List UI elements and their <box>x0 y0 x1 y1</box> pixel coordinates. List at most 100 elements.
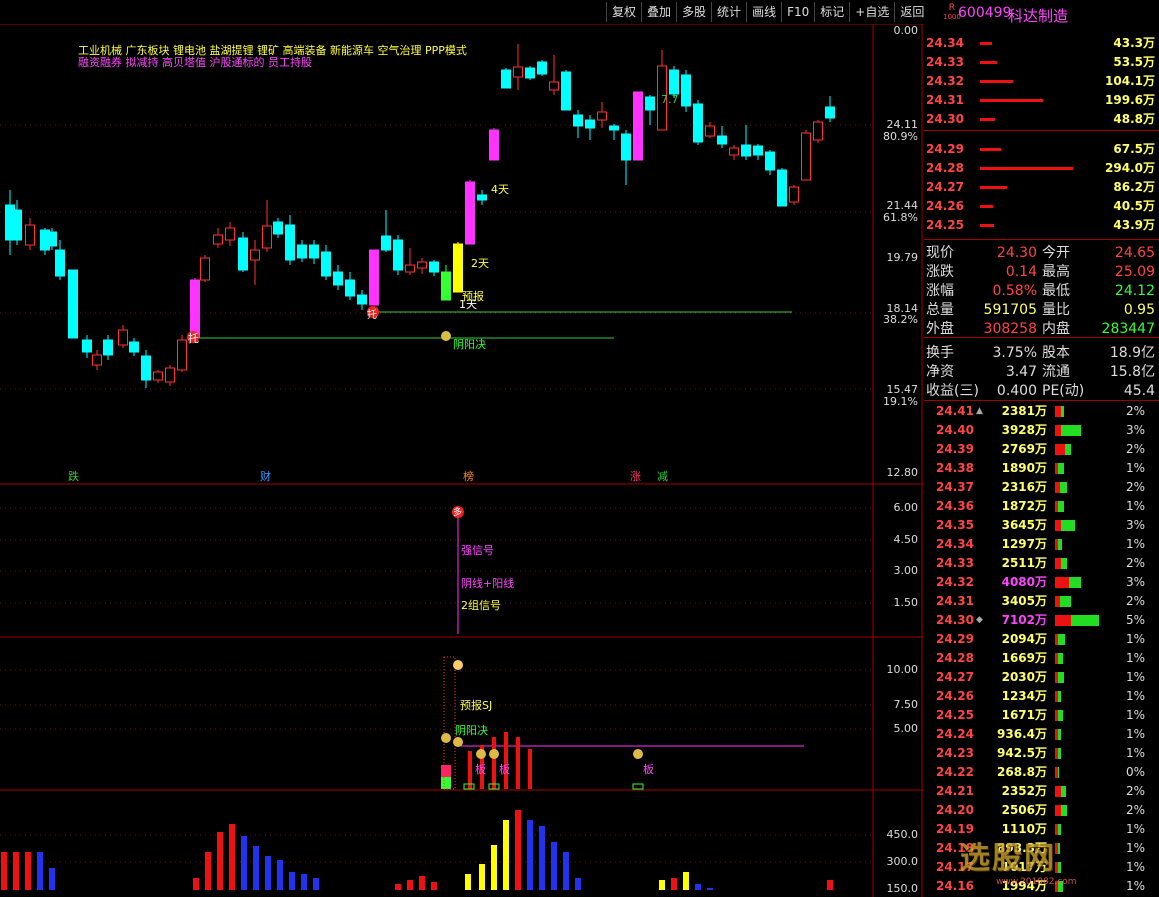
dist-row-13[interactable]: 24.28 1669万 1% <box>924 649 1159 668</box>
quote-row-0: 现价 24.30 今开 24.65 <box>924 244 1159 263</box>
dist-volume: 1297万 <box>1001 537 1047 551</box>
volume-bar-6 <box>205 852 211 890</box>
asks-row-1[interactable]: 24.33 53.5万 <box>924 53 1159 72</box>
dist-bar-green <box>1061 805 1067 816</box>
toolbar-button-2[interactable]: 多股 <box>676 2 711 22</box>
dist-price: 24.26 <box>936 689 974 703</box>
dist-volume: 2381万 <box>1001 404 1047 418</box>
quote-label-2: 今开 <box>1042 245 1070 261</box>
bids-price: 24.28 <box>926 161 964 175</box>
annotation-tuo: 托 <box>188 332 199 345</box>
candle-body-66 <box>789 186 799 203</box>
dist-row-1[interactable]: 24.40 3928万 3% <box>924 421 1159 440</box>
chart-svg[interactable] <box>0 24 923 897</box>
bids-row-3[interactable]: 24.26 40.5万 <box>924 197 1159 216</box>
dist-row-17[interactable]: 24.24 936.4万 1% <box>924 725 1159 744</box>
dist-row-21[interactable]: 24.20 2506万 2% <box>924 801 1159 820</box>
toolbar-button-4[interactable]: 画线 <box>746 2 781 22</box>
dist-row-4[interactable]: 24.37 2316万 2% <box>924 478 1159 497</box>
dist-row-18[interactable]: 24.23 942.5万 1% <box>924 744 1159 763</box>
dist-row-9[interactable]: 24.32 4080万 3% <box>924 573 1159 592</box>
toolbar-button-1[interactable]: 叠加 <box>641 2 676 22</box>
dist-row-8[interactable]: 24.33 2511万 2% <box>924 554 1159 573</box>
dist-price: 24.34 <box>936 537 974 551</box>
money-bag-icon-main <box>441 331 451 341</box>
bids-row-2[interactable]: 24.27 86.2万 <box>924 178 1159 197</box>
volume-bar-31 <box>671 878 677 890</box>
dist-row-2[interactable]: 24.39 2769万 2% <box>924 440 1159 459</box>
volume-bar-4 <box>49 868 55 890</box>
volume-bar-14 <box>301 874 307 890</box>
bids-row-1[interactable]: 24.28 294.0万 <box>924 159 1159 178</box>
quote-label-2: 最低 <box>1042 283 1070 299</box>
dist-price: 24.22 <box>936 765 974 779</box>
pct_axis-label-3: 19.1% <box>883 395 918 408</box>
pct_axis-label-0: 80.9% <box>883 130 918 143</box>
ind1_axis-label-1: 4.50 <box>893 533 919 546</box>
quote-panel: R 1000 600499 科达制造 24.34 43.3万 24.33 53.5万 2… <box>924 0 1159 897</box>
dist-row-15[interactable]: 24.26 1234万 1% <box>924 687 1159 706</box>
dist-row-11[interactable]: 24.30 ◆ 7102万 5% <box>924 611 1159 630</box>
toolbar-button-5[interactable]: F10 <box>781 2 814 22</box>
money-bag-icon-3 <box>489 749 499 759</box>
stock-code: 600499 <box>958 5 1012 21</box>
dist-volume: 1669万 <box>1001 651 1047 665</box>
top-toolbar: 复权 叠加 多股 统计 画线 F10 标记 +自选 返回 <box>606 2 929 22</box>
asks-row-2[interactable]: 24.32 104.1万 <box>924 72 1159 91</box>
dist-pct: 1% <box>1125 708 1145 722</box>
dist-row-20[interactable]: 24.21 2352万 2% <box>924 782 1159 801</box>
volume-bar-5 <box>193 878 199 890</box>
dist-pct: 2% <box>1125 556 1145 570</box>
candle-body-58 <box>693 103 703 143</box>
dist-row-16[interactable]: 24.25 1671万 1% <box>924 706 1159 725</box>
dist-price: 24.38 <box>936 461 974 475</box>
bids-row-4[interactable]: 24.25 43.9万 <box>924 216 1159 235</box>
dist-row-19[interactable]: 24.22 268.8万 0% <box>924 763 1159 782</box>
asks-row-4[interactable]: 24.30 48.8万 <box>924 110 1159 129</box>
quote-value-2: 18.9亿 <box>1109 345 1155 361</box>
dist-row-10[interactable]: 24.31 3405万 2% <box>924 592 1159 611</box>
volume-bar-23 <box>503 820 509 890</box>
candle-body-32 <box>381 235 391 251</box>
dist-volume: 2094万 <box>1001 632 1047 646</box>
candle-body-69 <box>825 106 835 119</box>
bids-bar <box>980 205 993 208</box>
dist-bar-green <box>1058 748 1061 759</box>
dist-row-6[interactable]: 24.35 3645万 3% <box>924 516 1159 535</box>
dist-volume: 2506万 <box>1001 803 1047 817</box>
kline-chart-area[interactable]: 工业机械 广东板块 锂电池 盐湖提锂 锂矿 高端装备 新能源车 空气治理 PPP… <box>0 24 923 897</box>
dist-row-12[interactable]: 24.29 2094万 1% <box>924 630 1159 649</box>
quote-value-2: 45.4 <box>1123 383 1155 399</box>
watermark-url: www.201082.com <box>996 877 1077 887</box>
asks-row-3[interactable]: 24.31 199.6万 <box>924 91 1159 110</box>
toolbar-button-3[interactable]: 统计 <box>711 2 746 22</box>
dist-bar-green <box>1058 653 1063 664</box>
bids-price: 24.29 <box>926 142 964 156</box>
dist-row-14[interactable]: 24.27 2030万 1% <box>924 668 1159 687</box>
bottom-tag-4: 减 <box>657 470 668 483</box>
toolbar-button-7[interactable]: +自选 <box>849 2 894 22</box>
asks-row-0[interactable]: 24.34 43.3万 <box>924 34 1159 53</box>
dist-row-5[interactable]: 24.36 1872万 1% <box>924 497 1159 516</box>
annotation-yinyang2: 阴阳决 <box>455 724 488 737</box>
dist-row-0[interactable]: 24.41 ▲ 2381万 2% <box>924 402 1159 421</box>
bids-row-0[interactable]: 24.29 67.5万 <box>924 140 1159 159</box>
candle-body-2 <box>25 224 35 246</box>
dist-volume: 1890万 <box>1001 461 1047 475</box>
money-bag-icon-0 <box>441 733 451 743</box>
volume-bar-22 <box>491 845 497 890</box>
volume-bar-21 <box>479 864 485 890</box>
dist-pct: 1% <box>1125 746 1145 760</box>
toolbar-button-6[interactable]: 标记 <box>814 2 849 22</box>
dist-volume: 2030万 <box>1001 670 1047 684</box>
toolbar-button-0[interactable]: 复权 <box>606 2 641 22</box>
dist-row-3[interactable]: 24.38 1890万 1% <box>924 459 1159 478</box>
bids-bar <box>980 148 1001 151</box>
candle-body-1 <box>12 209 22 241</box>
dist-bar-green <box>1060 482 1067 493</box>
dist-volume: 7102万 <box>1001 613 1047 627</box>
quote-value-2: 0.95 <box>1123 302 1155 318</box>
dist-row-7[interactable]: 24.34 1297万 1% <box>924 535 1159 554</box>
candle-body-54 <box>645 96 655 111</box>
dist-bar-green <box>1071 615 1099 626</box>
